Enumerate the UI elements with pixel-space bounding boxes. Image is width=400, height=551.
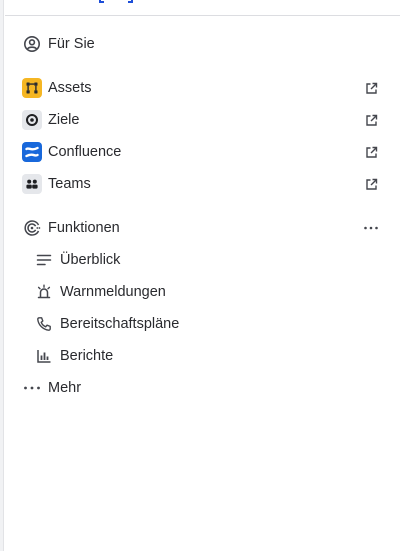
sidebar-item-teams[interactable]: Teams: [5, 168, 400, 200]
sidebar-item-label: Überblick: [60, 252, 121, 268]
sidebar-item-label: Ziele: [48, 112, 80, 128]
sidebar-subitem-bereitschaftsplaene[interactable]: Bereitschaftspläne: [5, 308, 400, 340]
sidebar-item-mehr[interactable]: Mehr: [5, 372, 400, 404]
sidebar-item-label: Warnmeldungen: [60, 284, 166, 300]
sidebar-item-assets[interactable]: Assets: [5, 72, 400, 104]
goals-icon: [22, 110, 42, 130]
sidebar-item-label: Assets: [48, 80, 92, 96]
sidebar-item-label: Funktionen: [48, 220, 120, 236]
user-circle-icon: [22, 34, 42, 54]
sidebar-item-label: Teams: [48, 176, 91, 192]
external-link-icon[interactable]: [363, 80, 379, 96]
sidebar-item-label: Mehr: [48, 380, 82, 396]
assets-icon: [22, 78, 42, 98]
sidebar-item-ziele[interactable]: Ziele: [5, 104, 400, 136]
phone-icon: [34, 314, 54, 334]
sidebar-item-label: Berichte: [60, 348, 114, 364]
teams-icon: [22, 174, 42, 194]
header-area: [5, 0, 400, 16]
alarm-light-icon: [34, 282, 54, 302]
more-horizontal-icon[interactable]: [363, 220, 379, 236]
sidebar-item-label: Confluence: [48, 144, 122, 160]
sidebar-item-funktionen[interactable]: Funktionen: [5, 212, 400, 244]
sidebar-subitem-berichte[interactable]: Berichte: [5, 340, 400, 372]
sidebar-item-fuer-sie[interactable]: Für Sie: [5, 28, 400, 60]
sidebar-subitem-ueberblick[interactable]: Überblick: [5, 244, 400, 276]
sidebar-item-label: Bereitschaftspläne: [60, 316, 180, 332]
sidebar-item-label: Für Sie: [48, 36, 95, 52]
sidebar-subitem-warnmeldungen[interactable]: Warnmeldungen: [5, 276, 400, 308]
external-link-icon[interactable]: [363, 112, 379, 128]
external-link-icon[interactable]: [363, 144, 379, 160]
external-link-icon[interactable]: [363, 176, 379, 192]
sidebar-item-confluence[interactable]: Confluence: [5, 136, 400, 168]
list-icon: [34, 250, 54, 270]
more-horizontal-icon: [22, 378, 42, 398]
header-bracket-icon: [97, 0, 137, 4]
panel-left-edge: [0, 0, 4, 551]
operations-icon: [22, 218, 42, 238]
bar-chart-icon: [34, 346, 54, 366]
confluence-icon: [22, 142, 42, 162]
